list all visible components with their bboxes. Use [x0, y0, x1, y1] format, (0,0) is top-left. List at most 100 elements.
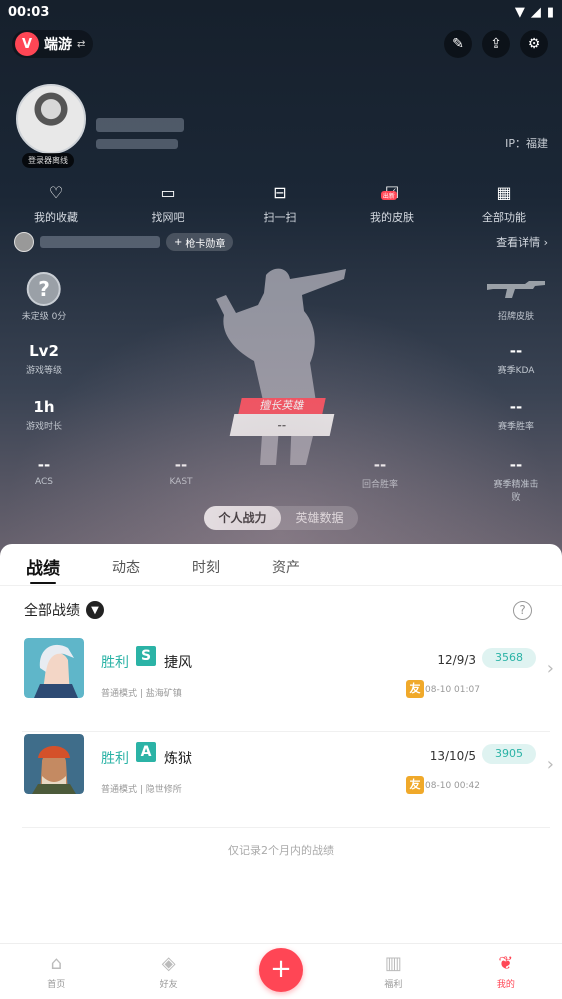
playtime-stat: 1h 游戏时长 — [26, 398, 62, 432]
nav-label: 首页 — [47, 980, 66, 990]
status-bar: 00:03 ▼ ◢ ▮ — [0, 0, 562, 24]
nav-label: 福利 — [384, 980, 403, 990]
id-redacted — [96, 139, 178, 149]
best-hero-tag: 擅长英雄 — [238, 398, 326, 414]
tab-feed[interactable]: 动态 — [112, 554, 140, 585]
best-hero-card[interactable]: -- — [229, 414, 335, 436]
level-label: 游戏等级 — [25, 366, 63, 376]
headshot-value: -- — [509, 456, 523, 474]
app-name: 端游 — [44, 37, 72, 53]
unranked-icon: ? — [27, 272, 61, 306]
match-agent: 炼狱 — [164, 751, 192, 767]
settings-icon[interactable]: ⚙ — [520, 30, 548, 58]
signature-skin-stat[interactable]: 招牌皮肤 — [485, 276, 547, 322]
quick-label: 全部功能 — [482, 211, 526, 224]
home-icon: ⌂ — [50, 953, 62, 974]
agent-brimstone-avatar — [24, 734, 84, 794]
switch-icon: ⇄ — [77, 38, 86, 50]
scan-icon: ⊟ — [273, 183, 287, 202]
badge-redacted — [40, 236, 160, 248]
kda-label: 赛季KDA — [497, 366, 535, 376]
monitor-icon: ▭ — [160, 183, 176, 202]
headshot-stat: -- 赛季精准击败 — [493, 456, 539, 503]
segment-hero-data[interactable]: 英雄数据 — [281, 506, 358, 530]
nav-label: 好友 — [159, 980, 178, 990]
view-detail-label: 查看详情 — [496, 236, 541, 249]
rifle-icon — [487, 281, 545, 298]
plus-icon: + — [174, 236, 183, 248]
friends-icon: ◈ — [161, 953, 176, 974]
acs-stat: -- ACS — [35, 456, 53, 487]
quick-scan[interactable]: ⊟ 扫一扫 — [224, 183, 336, 225]
avatar[interactable] — [16, 84, 86, 154]
friend-badge: 友 — [406, 776, 424, 794]
quick-favorites[interactable]: ♡ 我的收藏 — [0, 183, 112, 225]
add-badge-button[interactable]: + 枪卡勋章 — [166, 233, 234, 251]
segment-switch: 个人战力 英雄数据 — [204, 506, 358, 530]
segment-personal-power[interactable]: 个人战力 — [204, 506, 281, 530]
quick-label: 扫一扫 — [263, 211, 297, 224]
system-icons: ▼ ◢ ▮ — [515, 5, 554, 20]
match-result: 胜利 — [101, 655, 129, 671]
playtime-label: 游戏时长 — [25, 422, 63, 432]
login-status-badge: 登录器离线 — [22, 153, 74, 168]
nav-welfare[interactable]: ▥ 福利 — [337, 944, 449, 999]
gun-card-icon — [14, 232, 34, 252]
tab-moments[interactable]: 时刻 — [192, 554, 220, 585]
match-item[interactable]: 胜利 S 捷风 12/9/3 3568 普通模式 | 盐海矿镇 友 08-10 … — [22, 638, 554, 732]
match-mode: 普通模式 | 盐海矿镇 — [101, 689, 182, 699]
edit-card-icon[interactable]: ✎ — [444, 30, 472, 58]
profile-hero: 00:03 ▼ ◢ ▮ V 端游 ⇄ ✎ ⇪ ⚙ 登录器离线 IP：福建 ♡ 我… — [0, 0, 562, 560]
app-switcher[interactable]: V 端游 ⇄ — [12, 30, 94, 58]
ip-location: IP：福建 — [505, 137, 548, 150]
kast-value: -- — [174, 456, 188, 474]
nickname-redacted — [96, 118, 184, 132]
heart-icon: ♡ — [48, 183, 64, 202]
help-icon[interactable]: ? — [513, 601, 532, 620]
wifi-icon: ▼ — [514, 4, 525, 20]
records-tabs: 战绩 动态 时刻 资产 — [0, 544, 562, 586]
share-icon[interactable]: ⇪ — [482, 30, 510, 58]
rank-label: 未定级 0分 — [21, 312, 67, 322]
match-score: 3568 — [482, 648, 536, 668]
nav-home[interactable]: ⌂ 首页 — [0, 944, 112, 999]
badge-row: + 枪卡勋章 查看详情 › — [14, 232, 548, 252]
new-tag: 出新 — [380, 191, 397, 200]
records-footnote: 仅记录2个月内的战绩 — [228, 844, 334, 857]
rank-stat[interactable]: ? 未定级 0分 — [21, 272, 67, 322]
round-winrate-stat: -- 回合胜率 — [362, 456, 398, 490]
acs-label: ACS — [35, 477, 53, 487]
top-actions: ✎ ⇪ ⚙ — [444, 30, 548, 58]
quick-find-cafe[interactable]: ▭ 找网吧 — [112, 183, 224, 225]
records-panel: 战绩 动态 时刻 资产 全部战绩 ▼ ? 胜利 S 捷风 12/9/3 3568… — [0, 544, 562, 943]
agent-silhouette-icon — [216, 268, 346, 465]
skin-label: 招牌皮肤 — [497, 312, 534, 322]
records-filter[interactable]: 全部战绩 ▼ — [24, 600, 104, 620]
status-time: 00:03 — [8, 4, 50, 20]
add-post-button[interactable]: + — [259, 948, 303, 992]
match-score: 3905 — [482, 744, 536, 764]
quick-all-features[interactable]: ▦ 全部功能 — [448, 183, 560, 225]
signal-icon: ◢ — [530, 4, 541, 20]
match-result: 胜利 — [101, 751, 129, 767]
tab-records[interactable]: 战绩 — [26, 554, 60, 585]
quick-actions: ♡ 我的收藏 ▭ 找网吧 ⊟ 扫一扫 ☑出新 我的皮肤 ▦ 全部功能 — [0, 183, 562, 225]
skin-icon: ☑出新 — [380, 183, 399, 203]
winrate-value: -- — [509, 398, 523, 416]
tab-assets[interactable]: 资产 — [272, 554, 300, 585]
playtime-value: 1h — [33, 398, 55, 416]
acs-value: -- — [37, 456, 51, 474]
quick-label: 我的收藏 — [34, 211, 78, 224]
quick-skins[interactable]: ☑出新 我的皮肤 — [336, 183, 448, 225]
chevron-down-icon: ▼ — [86, 601, 104, 619]
kast-label: KAST — [169, 477, 193, 487]
match-mode: 普通模式 | 隐世修所 — [101, 785, 182, 795]
nav-friends[interactable]: ◈ 好友 — [112, 944, 224, 999]
profile-icon: ❦ — [498, 953, 514, 974]
match-item[interactable]: 胜利 A 炼狱 13/10/5 3905 普通模式 | 隐世修所 友 08-10… — [22, 734, 554, 828]
match-kda: 13/10/5 — [429, 749, 476, 763]
nav-profile[interactable]: ❦ 我的 — [450, 944, 562, 999]
view-detail-link[interactable]: 查看详情 › — [496, 234, 548, 250]
plus-icon: + — [270, 954, 292, 984]
nav-label: 我的 — [496, 980, 515, 990]
